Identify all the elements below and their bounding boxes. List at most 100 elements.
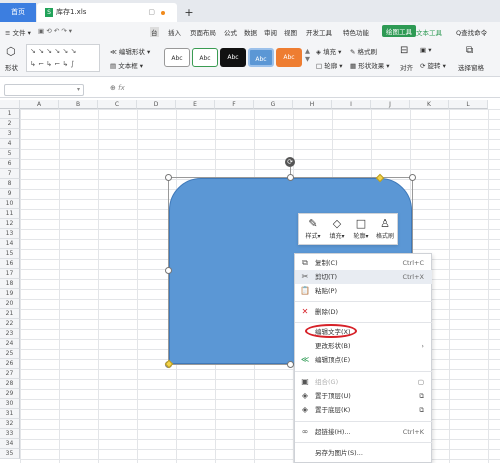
menu-special[interactable]: 特色功能 [343,27,369,37]
name-box[interactable]: ▾ [4,84,84,96]
column-header[interactable]: I [332,100,371,109]
menu-delete[interactable]: ✕ 删除(D) [295,305,432,319]
outline-button[interactable]: □ 轮廓 ▾ [316,60,343,70]
row-header[interactable]: 13 [0,229,20,239]
fill-button[interactable]: ◈ 填充 ▾ [316,46,341,56]
menu-combine[interactable]: ▣ 组合(G) ▢ [295,375,432,389]
row-header[interactable]: 30 [0,399,20,409]
shape-effect-button[interactable]: ▦ 形状效果 ▾ [350,60,390,70]
style-sample-4[interactable]: Abc [248,48,274,67]
row-header[interactable]: 4 [0,139,20,149]
style-sample-2[interactable]: Abc [192,48,218,67]
row-header[interactable]: 23 [0,329,20,339]
column-header[interactable]: C [98,100,137,109]
menu-send-back[interactable]: ◈ 置于底层(K) ⧉ [295,403,432,417]
menu-dev-tools[interactable]: 开发工具 [306,27,332,37]
row-header[interactable]: 28 [0,379,20,389]
row-header[interactable]: 7 [0,169,20,179]
mini-format-brush-button[interactable]: ♙ 格式刷 [373,217,397,243]
selection-pane-icon[interactable]: ⧉ [466,45,473,56]
column-header[interactable]: J [371,100,410,109]
column-header[interactable]: K [410,100,449,109]
bubble-icon[interactable]: ▢ [148,8,155,17]
fx-label[interactable]: fx [118,84,125,92]
row-header[interactable]: 3 [0,129,20,139]
row-header[interactable]: 1 [0,109,20,119]
row-header[interactable]: 27 [0,369,20,379]
zoom-icon[interactable]: ⊕ [110,84,116,92]
style-sample-3[interactable]: Abc [220,48,246,67]
menu-change-shape[interactable]: 更改形状(B) › [295,339,432,353]
row-header[interactable]: 2 [0,119,20,129]
format-brush-button[interactable]: ✎ 格式刷 [350,46,377,56]
column-header[interactable]: L [449,100,488,109]
file-tab[interactable]: S 库存1.xls ▢ [37,3,177,22]
row-header[interactable]: 32 [0,419,20,429]
menu-edit-points[interactable]: ≪ 编辑顶点(E) [295,353,432,367]
column-header[interactable]: B [59,100,98,109]
menu-file[interactable]: ≡ 文件 ▾ [5,27,31,37]
menu-paste[interactable]: 📋 粘贴(P) [295,284,432,298]
mini-fill-button[interactable]: ◇ 填充▾ [325,217,349,243]
menu-hyperlink[interactable]: ∞ 超链接(H)... Ctrl+K [295,425,432,439]
row-header[interactable]: 35 [0,449,20,459]
row-header[interactable]: 17 [0,269,20,279]
column-header[interactable]: E [176,100,215,109]
menu-cut[interactable]: ✂ 剪切(T) Ctrl+X [295,270,432,284]
rotate-button[interactable]: ⟳ 旋转 ▾ [420,60,446,70]
menu-data[interactable]: 数据 [244,27,257,37]
menu-save-as-picture[interactable]: 另存为图片(S)... [295,446,432,460]
row-header[interactable]: 19 [0,289,20,299]
text-box-button[interactable]: ▤ 文本框 ▾ [110,60,143,70]
row-header[interactable]: 5 [0,149,20,159]
row-header[interactable]: 29 [0,389,20,399]
menu-page-layout[interactable]: 页面布局 [190,27,216,37]
resize-handle-b[interactable] [287,361,294,368]
menu-formula[interactable]: 公式 [224,27,237,37]
resize-handle-l[interactable] [165,267,172,274]
row-header[interactable]: 31 [0,409,20,419]
menu-drawing-tools[interactable]: 绘图工具 [382,25,416,37]
column-header[interactable]: D [137,100,176,109]
group-button[interactable]: ▣ ▾ [420,46,431,54]
row-header[interactable]: 25 [0,349,20,359]
home-tab[interactable]: 首页 [0,3,36,22]
rotate-handle-icon[interactable]: ⟳ [285,157,295,167]
column-header[interactable]: A [20,100,59,109]
row-header[interactable]: 16 [0,259,20,269]
row-header[interactable]: 18 [0,279,20,289]
style-gallery-more-icon[interactable]: ▲ ▼ [305,47,310,63]
align-icon[interactable]: ⊟ [400,45,408,56]
row-header[interactable]: 15 [0,249,20,259]
row-header[interactable]: 33 [0,429,20,439]
resize-handle-tl[interactable] [165,174,172,181]
menu-view[interactable]: 视图 [284,27,297,37]
menu-insert[interactable]: 插入 [168,27,181,37]
row-header[interactable]: 11 [0,209,20,219]
row-header[interactable]: 14 [0,239,20,249]
row-header[interactable]: 8 [0,179,20,189]
corner-select-all[interactable] [0,100,20,109]
mini-outline-button[interactable]: □ 轮廓▾ [349,217,373,243]
row-header[interactable]: 24 [0,339,20,349]
row-header[interactable]: 20 [0,299,20,309]
row-header[interactable]: 22 [0,319,20,329]
row-header[interactable]: 10 [0,199,20,209]
shape-gallery[interactable]: ↘ ↘ ↘ ↘ ↘ ↘ ↳ ⌐ ↳ ⌐ ↳ ∫ [26,44,100,72]
row-header[interactable]: 26 [0,359,20,369]
style-sample-1[interactable]: Abc [164,48,190,67]
shape-icon[interactable]: ⬡ [6,45,16,58]
row-header[interactable]: 34 [0,439,20,449]
column-header[interactable]: G [254,100,293,109]
selection-pane-button[interactable]: 选择窗格 [458,62,484,72]
align-button[interactable]: 对齐 [400,62,413,72]
column-header[interactable]: F [215,100,254,109]
row-header[interactable]: 21 [0,309,20,319]
row-header[interactable]: 9 [0,189,20,199]
row-header[interactable]: 12 [0,219,20,229]
menu-bring-front[interactable]: ◈ 置于顶层(U) ⧉ [295,389,432,403]
resize-handle-t[interactable] [287,174,294,181]
search-command[interactable]: Q查找命令 [456,27,487,37]
menu-copy[interactable]: ⧉ 复制(C) Ctrl+C [295,256,432,270]
edit-shape-button[interactable]: ≪ 编辑形状 ▾ [110,46,150,56]
